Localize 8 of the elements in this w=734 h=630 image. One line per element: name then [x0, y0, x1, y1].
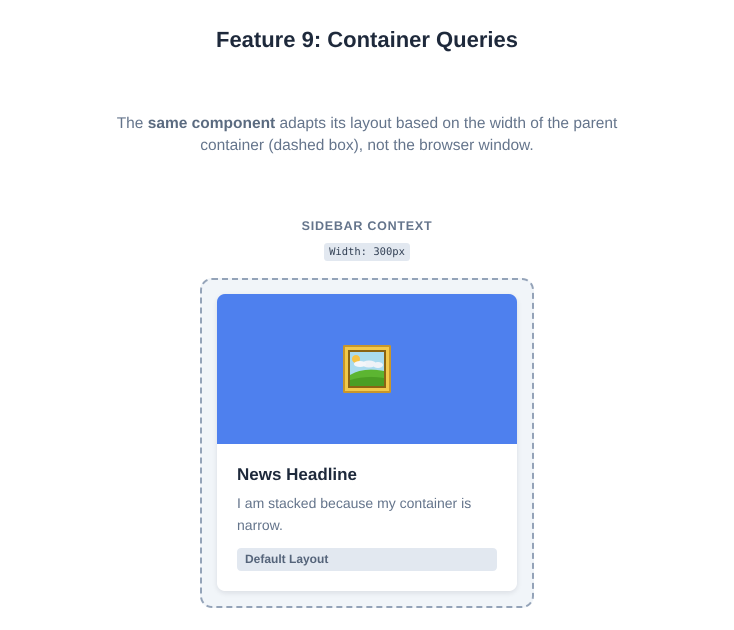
context-label: SIDEBAR CONTEXT	[300, 218, 434, 234]
layout-tag: Default Layout	[237, 548, 497, 572]
description-text: The same component adapts its layout based on the width of the parent container (dashed box), not the browser window.	[116, 114, 618, 156]
width-label: Width: 300px	[324, 243, 410, 262]
news-text: I am stacked because my container is narrow.	[237, 494, 472, 536]
page-title: Feature 9: Container Queries	[215, 27, 519, 54]
news-headline: News Headline	[237, 464, 358, 486]
framed-picture-icon	[343, 345, 391, 394]
